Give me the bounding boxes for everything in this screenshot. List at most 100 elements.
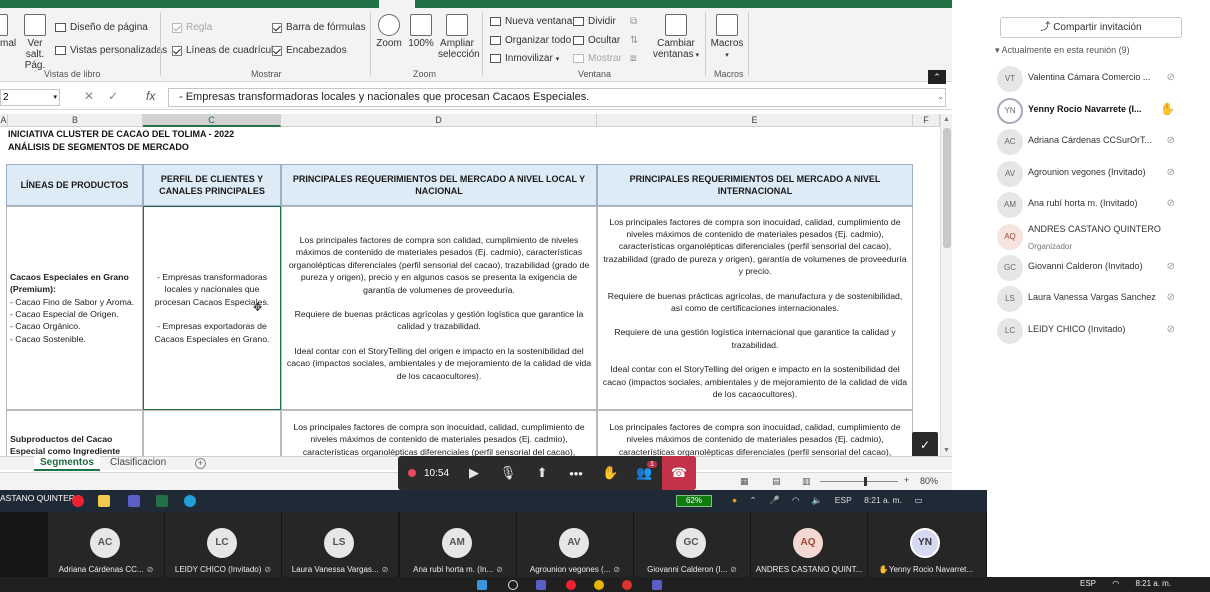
header-cell-internacional[interactable]: PRINCIPALES REQUERIMIENTOS DEL MERCADO A… (597, 164, 913, 206)
cell-e-internacional[interactable]: Los principales factores de compra son i… (597, 206, 913, 410)
side-by-side-icon[interactable]: ⧉ (630, 16, 637, 27)
cancel-icon[interactable]: ✕ (84, 89, 108, 103)
zoom-in-icon[interactable]: + (904, 475, 909, 485)
participant-row[interactable]: AM Ana rubí horta m. (Invitado) ⊘ (997, 190, 1197, 220)
page-layout-view-icon[interactable]: ▤ (772, 476, 781, 487)
column-header-f[interactable]: F (913, 114, 940, 127)
wifi-icon[interactable]: ◠ (792, 495, 799, 505)
language-indicator[interactable]: ESP (1080, 579, 1096, 588)
windows-start-icon[interactable] (477, 580, 487, 590)
participant-row[interactable]: LS Laura Vanessa Vargas Sanchez ⊘ (997, 284, 1197, 314)
share-screen-icon[interactable]: ⬆ (525, 465, 559, 481)
zoom-level[interactable]: 80% (920, 476, 938, 486)
mic-off-icon[interactable]: 🎙 (491, 465, 525, 481)
participant-row[interactable]: AQ ANDRES CASTANO QUINTERO Organizador (997, 222, 1197, 252)
zoom-button[interactable]: Zoom (374, 14, 404, 49)
add-sheet-icon[interactable]: + (195, 458, 206, 469)
expand-formula-icon[interactable]: ⌄ (937, 92, 944, 101)
participant-row[interactable]: GC Giovanni Calderon (Invitado) ⊘ (997, 253, 1197, 283)
opera-icon[interactable] (566, 580, 576, 590)
cambiar-ventanas-button[interactable]: Cambiar ventanas ▾ (652, 14, 700, 61)
zoom-slider[interactable] (820, 477, 898, 486)
clock[interactable]: 8:21 a. m. (1135, 579, 1171, 588)
participant-row[interactable]: YN Yenny Rocio Navarrete (I... ✋ (997, 96, 1197, 126)
ver-salto-button[interactable]: Ver salt. Pág. (18, 14, 52, 71)
cell-c-row2[interactable] (143, 410, 281, 456)
file-explorer-icon[interactable] (98, 495, 110, 507)
confirm-icon[interactable]: ✓ (108, 89, 132, 103)
diseno-pagina-button[interactable]: Diseño de página (55, 22, 148, 33)
participants-icon[interactable]: 👥 1 (627, 461, 661, 481)
header-cell-perfil[interactable]: PERFIL DE CLIENTES Y CANALES PRINCIPALES (143, 164, 281, 206)
video-tile[interactable]: AM Ana rubí horta m. (In... ⊘ (400, 512, 516, 577)
cell-b-subproductos[interactable]: Subproductos del Cacao Especial como Ing… (6, 410, 143, 456)
zoom-100-button[interactable]: 100% (406, 14, 436, 49)
header-cell-local[interactable]: PRINCIPALES REQUERIMIENTOS DEL MERCADO A… (281, 164, 597, 206)
inmovilizar-button[interactable]: Inmovilizar ▾ (490, 53, 559, 64)
language-indicator[interactable]: ESP (835, 495, 852, 505)
column-header-d[interactable]: D (281, 114, 597, 127)
video-tile[interactable]: YN ✋Yenny Rocio Navarret... (868, 512, 986, 577)
insert-function-icon[interactable]: fx (146, 89, 155, 103)
camera-off-icon[interactable]: ▶ (457, 465, 491, 481)
clock[interactable]: 8:21 a. m. (864, 495, 902, 505)
ocultar-button[interactable]: Ocultar (573, 35, 620, 46)
video-tile[interactable]: LS Laura Vanessa Vargas... ⊘ (282, 512, 398, 577)
worksheet[interactable]: INICIATIVA CLUSTER DE CACAO DEL TOLIMA -… (0, 127, 940, 456)
collapse-ribbon-icon[interactable]: ⌃ (928, 70, 946, 84)
video-tile[interactable]: LC LEIDY CHICO (Invitado) ⊘ (165, 512, 281, 577)
video-tile[interactable]: AV Agrounion vegones (... ⊘ (517, 512, 633, 577)
name-box[interactable]: 2 ▾ (0, 89, 60, 106)
cell-d-local[interactable]: Los principales factores de compra son c… (281, 206, 597, 410)
regla-checkbox[interactable]: Regla (172, 22, 212, 33)
video-tile[interactable]: GC Giovanni Calderon (I... ⊘ (634, 512, 750, 577)
column-header-c[interactable]: C (143, 114, 281, 127)
ampliar-seleccion-button[interactable]: Ampliar selección (438, 14, 480, 60)
video-tile[interactable]: AQ ANDRES CASTANO QUINT... (751, 512, 867, 577)
column-header-b[interactable]: B (8, 114, 143, 127)
scroll-up-icon[interactable]: ▲ (943, 116, 950, 123)
participant-row[interactable]: AC Adriana Cárdenas CCSurOrT... ⊘ (997, 127, 1197, 157)
zoom-slider-knob[interactable] (864, 477, 867, 486)
checkmark-icon[interactable]: ✓ (912, 432, 938, 458)
tab-vista[interactable] (379, 0, 415, 8)
column-header-e[interactable]: E (597, 114, 913, 127)
column-header-a[interactable]: A (0, 114, 8, 127)
participant-row[interactable]: VT Valentina Cámara Comercio ... ⊘ (997, 64, 1197, 94)
teams-chat-icon[interactable] (536, 580, 546, 590)
dividir-button[interactable]: Dividir (573, 16, 616, 27)
macros-button[interactable]: Macros ▾ (710, 14, 744, 61)
opera-icon[interactable] (72, 495, 84, 507)
notifications-icon[interactable]: ▭ (914, 495, 922, 505)
vertical-scrollbar[interactable]: ▲ ▼ (940, 114, 952, 456)
teams-icon[interactable] (652, 580, 662, 590)
excel-icon[interactable] (156, 495, 168, 507)
edge-icon[interactable] (184, 495, 196, 507)
normal-view-button[interactable]: mal (0, 14, 16, 49)
encabezados-checkbox[interactable]: Encabezados (272, 45, 347, 56)
scroll-thumb[interactable] (943, 128, 951, 248)
cell-e-row2[interactable]: Los principales factores de compra son i… (597, 410, 913, 456)
sheet-tab-clasificacion[interactable]: Clasificacion (104, 456, 172, 471)
participant-row[interactable]: LC LEIDY CHICO (Invitado) ⊘ (997, 316, 1197, 346)
cell-b-premium[interactable]: Cacaos Especiales en Grano (Premium): - … (6, 206, 143, 410)
notification-dot-icon[interactable]: ● (732, 495, 737, 505)
app-icon[interactable] (622, 580, 632, 590)
header-cell-lineas[interactable]: LÍNEAS DE PRODUCTOS (6, 164, 143, 206)
scroll-down-icon[interactable]: ▼ (943, 447, 950, 454)
in-meeting-header[interactable]: ▾ Actualmente en esta reunión (9) (995, 45, 1130, 56)
volume-icon[interactable]: 🔈 (812, 495, 823, 505)
sheet-tab-segmentos[interactable]: Segmentos (34, 456, 100, 471)
participant-row[interactable]: AV Agrounion vegones (Invitado) ⊘ (997, 159, 1197, 189)
organizar-todo-button[interactable]: Organizar todo (490, 35, 571, 46)
search-icon[interactable] (508, 580, 518, 590)
raise-hand-icon[interactable]: ✋ (593, 465, 627, 481)
wifi-icon[interactable]: ◠ (1112, 579, 1119, 588)
nueva-ventana-button[interactable]: Nueva ventana (490, 16, 572, 27)
chevron-up-icon[interactable]: ⌃ (750, 495, 757, 505)
page-break-view-icon[interactable]: ▥ (802, 476, 811, 487)
chrome-icon[interactable] (594, 580, 604, 590)
normal-view-icon[interactable]: ▦ (740, 476, 749, 487)
mic-icon[interactable]: 🎤 (769, 495, 780, 505)
cell-d-row2[interactable]: Los principales factores de compra son i… (281, 410, 597, 456)
